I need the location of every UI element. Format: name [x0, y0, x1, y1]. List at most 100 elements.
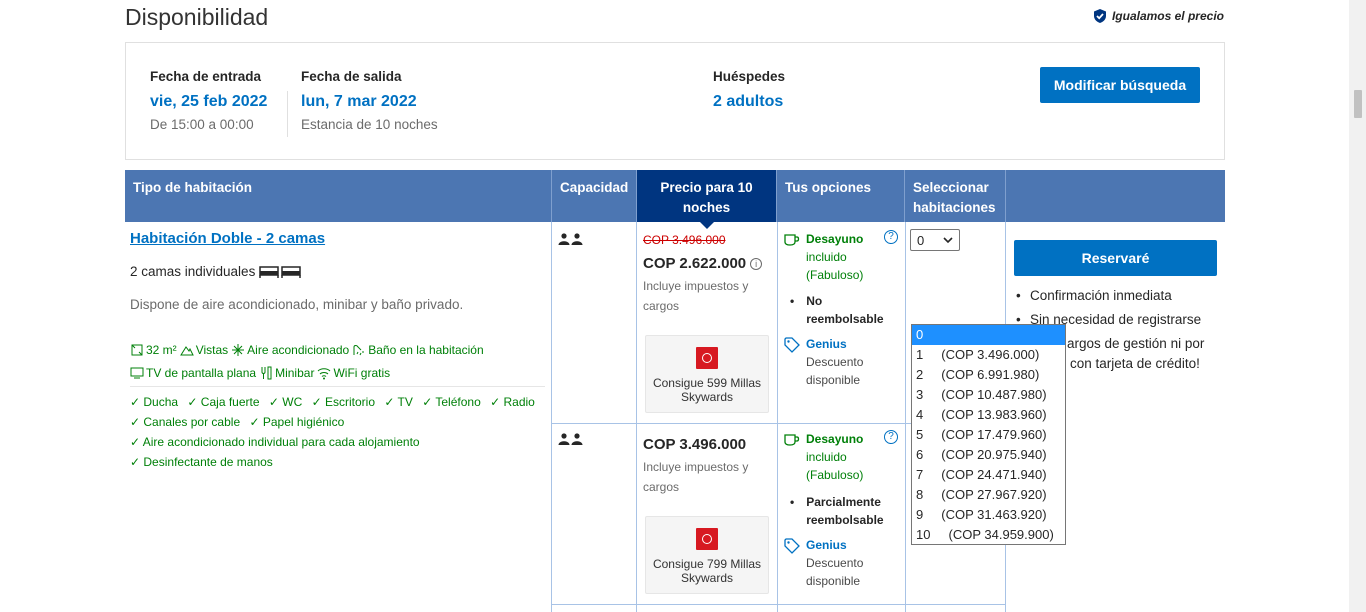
- amenity-item: ✓ Aire acondicionado individual para cad…: [130, 435, 420, 449]
- breakfast-title: Desayuno: [806, 432, 864, 446]
- facility-size-label: 32 m²: [146, 343, 177, 357]
- header-capacity: Capacidad: [552, 170, 637, 222]
- dropdown-option[interactable]: 0: [912, 325, 1065, 345]
- breakfast-title: Desayuno: [806, 232, 864, 246]
- facility-minibar: Minibar: [259, 366, 314, 380]
- person-icon: [571, 233, 583, 245]
- room-description: Dispone de aire acondicionado, minibar y…: [130, 297, 464, 312]
- facility-views-label: Vistas: [195, 343, 229, 357]
- page-title: Disponibilidad: [125, 4, 269, 30]
- facility-tv-label: TV de pantalla plana: [146, 366, 257, 380]
- facility-size: 32 m²: [130, 343, 177, 357]
- amenities-row-1: ✓ Ducha ✓ Caja fuerte ✓ WC ✓ Escritorio …: [130, 395, 541, 409]
- benefit-item: Confirmación inmediata: [1014, 284, 1201, 308]
- person-icon: [558, 433, 570, 445]
- emirates-skywards-logo: [696, 347, 718, 369]
- policy-item: • No reembolsable: [790, 292, 886, 328]
- breakfast-desc: incluido (Fabuloso): [806, 250, 864, 282]
- room-name-link[interactable]: Habitación Doble - 2 camas: [130, 230, 325, 247]
- help-icon[interactable]: ?: [884, 430, 898, 444]
- search-summary: Fecha de entrada vie, 25 feb 2022 De 15:…: [125, 42, 1225, 160]
- guests-block: Huéspedes 2 adultos: [713, 69, 785, 111]
- grid-line: [636, 222, 637, 612]
- genius-option: Genius Descuento disponible: [784, 335, 876, 389]
- checkin-date: vie, 25 feb 2022: [150, 93, 268, 110]
- amenity-item: ✓ Papel higiénico: [249, 415, 345, 429]
- policy-item: • Parcialmente reembolsable: [790, 493, 886, 529]
- old-price: COP 3.496.000: [643, 233, 726, 247]
- emirates-skywards-logo: [696, 528, 718, 550]
- checkout-block: Fecha de salida lun, 7 mar 2022 Estancia…: [301, 69, 438, 132]
- amenity-item: ✓ TV: [384, 395, 413, 409]
- amenity-item: ✓ Radio: [490, 395, 535, 409]
- price-note: Incluye impuestos y cargos: [643, 460, 749, 494]
- facility-ac: Aire acondicionado: [231, 343, 349, 357]
- modify-search-button[interactable]: Modificar búsqueda: [1040, 67, 1200, 103]
- skywards-box: Consigue 599 Millas Skywards: [645, 335, 769, 413]
- offer-price-value: COP 3.496.000: [643, 436, 747, 453]
- offer-price: COP 2.622.000 i: [643, 255, 763, 272]
- genius-label: Genius: [806, 538, 847, 552]
- dropdown-option[interactable]: 3 (COP 10.487.980): [912, 385, 1065, 405]
- mountain-icon: [179, 346, 194, 356]
- snowflake-icon: [232, 344, 245, 356]
- genius-desc: Descuento disponible: [806, 355, 864, 387]
- shield-check-icon: [1093, 9, 1106, 23]
- glass-icon: [261, 366, 272, 380]
- person-icon: [571, 433, 583, 445]
- capacity-offer-1: [558, 233, 583, 245]
- wifi-icon: [318, 368, 331, 380]
- skywards-miles: Consigue 599 Millas Skywards: [652, 376, 762, 404]
- header-price-label: Precio para 10 noches: [660, 180, 753, 215]
- price-match-badge[interactable]: Igualamos el precio: [1092, 8, 1224, 24]
- breakfast-option: Desayuno incluido (Fabuloso): [784, 230, 876, 284]
- dropdown-option[interactable]: 2 (COP 6.991.980): [912, 365, 1065, 385]
- header-options: Tus opciones: [777, 170, 905, 222]
- bed-icon: [259, 265, 302, 278]
- checkin-time: De 15:00 a 00:00: [150, 117, 254, 132]
- person-icon: [558, 233, 570, 245]
- room-beds-label: 2 camas individuales: [130, 264, 256, 279]
- amenities-row-4: ✓ Desinfectante de manos: [130, 455, 279, 469]
- price-note: Incluye impuestos y cargos: [643, 279, 749, 313]
- facility-minibar-label: Minibar: [275, 366, 315, 380]
- amenity-item: ✓ Teléfono: [422, 395, 481, 409]
- facility-ac-label: Aire acondicionado: [247, 343, 350, 357]
- facilities-row-1: 32 m² Vistas Aire acondicionado Baño en …: [130, 343, 484, 357]
- benefit-item-partial: con tarjeta de crédito!: [1070, 356, 1200, 371]
- room-quantity-select[interactable]: 0: [910, 229, 960, 251]
- dropdown-option[interactable]: 1 (COP 3.496.000): [912, 345, 1065, 365]
- dropdown-option[interactable]: 7 (COP 24.471.940): [912, 465, 1065, 485]
- skywards-box: Consigue 799 Millas Skywards: [645, 516, 769, 594]
- grid-line: [777, 222, 778, 612]
- room-quantity-dropdown[interactable]: 01 (COP 3.496.000) 2 (COP 6.991.980) 3 (CO…: [911, 324, 1066, 545]
- room-beds: 2 camas individuales: [130, 264, 302, 279]
- room-quantity-value: 0: [917, 232, 925, 248]
- dropdown-option[interactable]: 5 (COP 17.479.960): [912, 425, 1065, 445]
- dropdown-option[interactable]: 4 (COP 13.983.960): [912, 405, 1065, 425]
- header-room-type: Tipo de habitación: [125, 170, 552, 222]
- help-icon[interactable]: ?: [884, 230, 898, 244]
- facility-bathroom: Baño en la habitación: [352, 343, 484, 357]
- summary-divider: [287, 91, 288, 137]
- tv-icon: [130, 367, 144, 379]
- facility-views: Vistas: [179, 343, 229, 357]
- page-scrollbar[interactable]: [1349, 0, 1366, 612]
- scrollbar-thumb[interactable]: [1354, 90, 1362, 118]
- amenity-item: ✓ Desinfectante de manos: [130, 455, 273, 469]
- dropdown-option[interactable]: 10 (COP 34.959.900): [912, 525, 1065, 545]
- reserve-button[interactable]: Reservaré: [1014, 240, 1217, 276]
- amenity-item: ✓ Canales por cable: [130, 415, 241, 429]
- dropdown-option[interactable]: 6 (COP 20.975.940): [912, 445, 1065, 465]
- facilities-divider: [130, 386, 545, 387]
- facility-bathroom-label: Baño en la habitación: [368, 343, 484, 357]
- offer-price: COP 3.496.000: [643, 436, 746, 453]
- info-icon[interactable]: i: [750, 257, 763, 270]
- shower-icon: [353, 345, 364, 356]
- dropdown-option[interactable]: 8 (COP 27.967.920): [912, 485, 1065, 505]
- breakfast-option: Desayuno incluido (Fabuloso): [784, 430, 876, 484]
- dropdown-option[interactable]: 9 (COP 31.463.920): [912, 505, 1065, 525]
- coffee-cup-icon: [784, 434, 800, 446]
- grid-line: [551, 604, 1006, 605]
- amenities-row-3: ✓ Aire acondicionado individual para cad…: [130, 435, 426, 449]
